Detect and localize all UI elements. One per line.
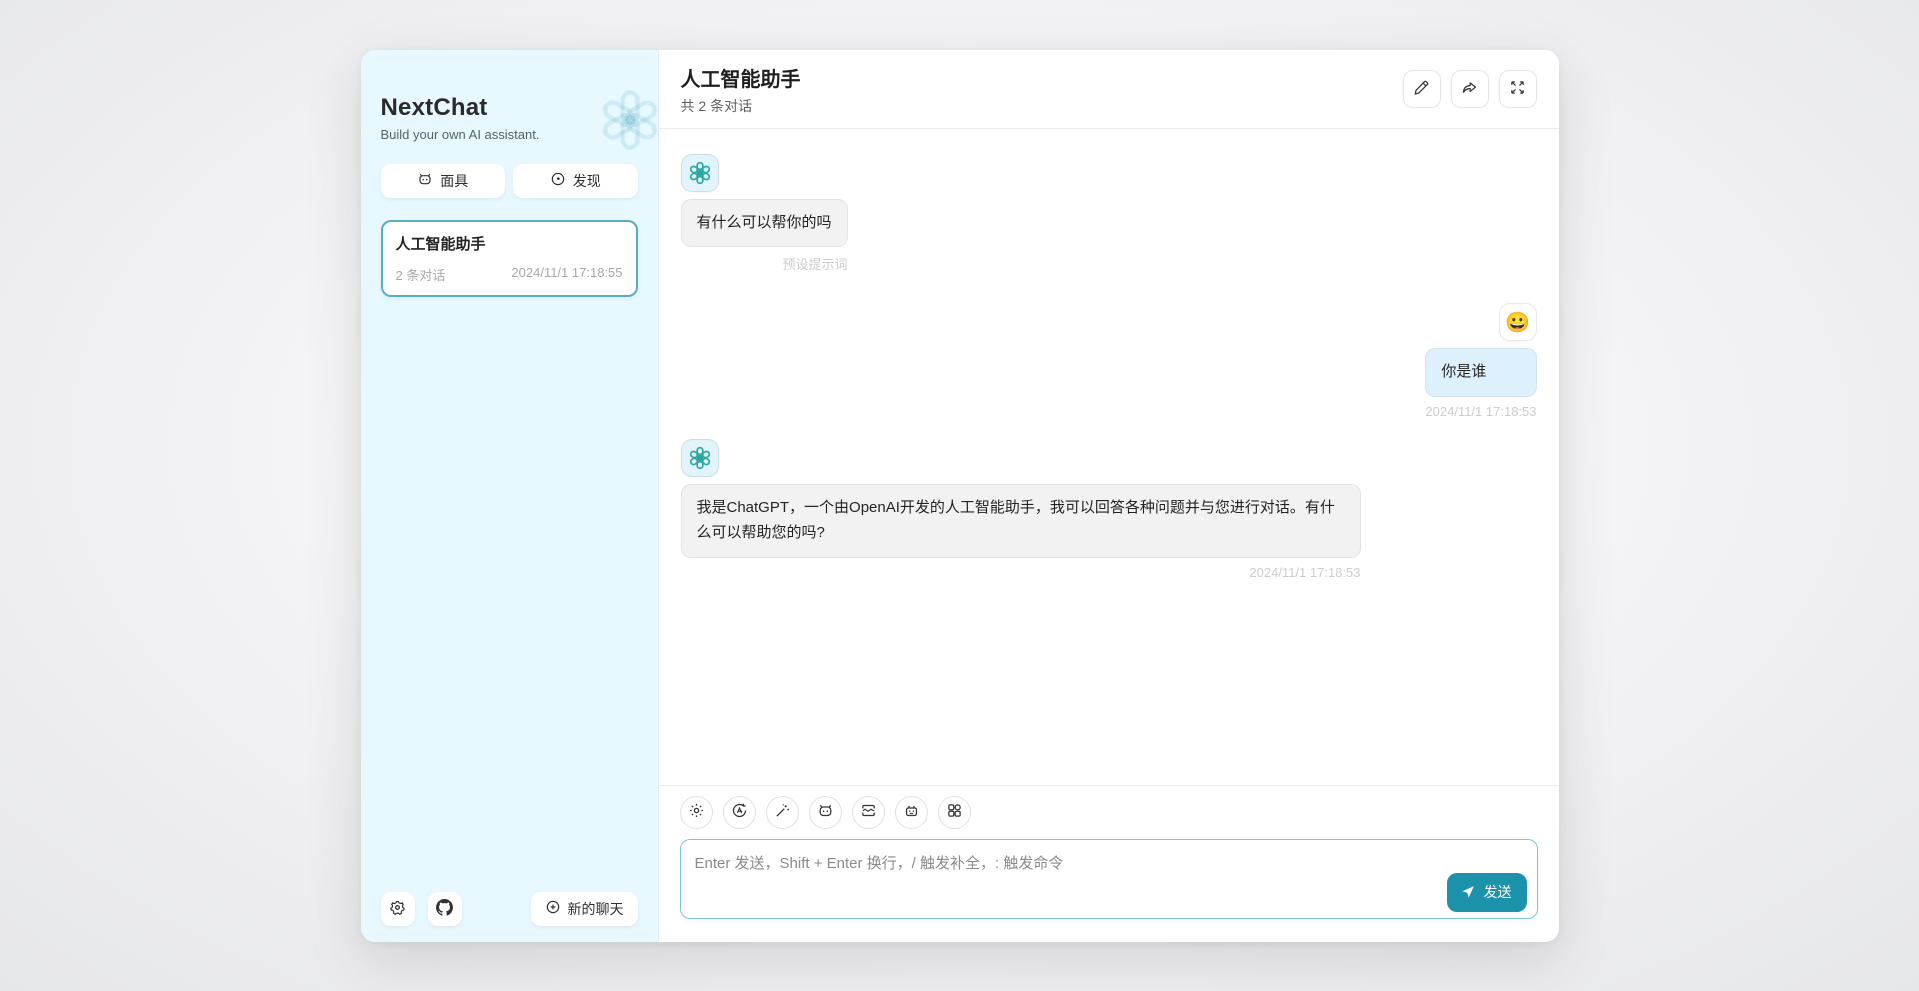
clear-context-button[interactable] [852,796,885,829]
discover-button-label: 发现 [573,171,601,191]
spacer [681,273,1537,303]
spacer [681,419,1537,439]
chat-input-panel: 发送 [659,785,1559,942]
new-chat-label: 新的聊天 [568,899,624,919]
rename-button[interactable] [1403,70,1441,108]
sidebar-footer-icons [381,892,462,926]
message-input[interactable] [680,839,1538,919]
chat-session-count: 2 条对话 [396,265,446,284]
chat-input-toolbar [680,796,1538,829]
send-button-label: 发送 [1484,882,1512,902]
share-button[interactable] [1451,70,1489,108]
mask-button-toolbar[interactable] [809,796,842,829]
auto-theme-icon [731,802,748,822]
settings-button[interactable] [381,892,415,926]
auto-theme-button[interactable] [723,796,756,829]
chat-settings-button[interactable] [680,796,713,829]
user-message: 😀 你是谁 2024/11/1 17:18:53 [681,303,1537,419]
model-robot-icon [903,802,920,822]
fullscreen-button[interactable] [1499,70,1537,108]
paper-plane-icon [1462,883,1477,901]
bot-message: 有什么可以帮你的吗 预设提示词 [681,154,1537,274]
new-chat-button[interactable]: 新的聊天 [531,892,638,926]
chatgpt-avatar-icon [681,154,719,192]
pencil-icon [1413,79,1430,99]
chat-header: 人工智能助手 共 2 条对话 [659,50,1559,129]
github-icon [436,899,453,919]
model-robot-button[interactable] [895,796,928,829]
chat-session-item[interactable]: 人工智能助手 2 条对话 2024/11/1 17:18:55 [381,220,638,297]
compass-icon [550,171,566,190]
sidebar: NextChat Build your own AI assistant. [361,50,659,942]
plugin-grid-icon [946,802,963,822]
share-arrow-icon [1461,79,1478,99]
sidebar-actions: 面具 发现 [381,164,638,198]
bot-message: 我是ChatGPT，一个由OpenAI开发的人工智能助手，我可以回答各种问题并与… [681,439,1537,580]
chat-pane: 人工智能助手 共 2 条对话 [659,50,1559,942]
clear-context-icon [860,802,877,822]
sidebar-footer: 新的聊天 [381,892,638,926]
message-bubble[interactable]: 有什么可以帮你的吗 [681,199,848,248]
message-timestamp: 2024/11/1 17:18:53 [1249,565,1360,580]
message-list[interactable]: 有什么可以帮你的吗 预设提示词 😀 你是谁 2024/11/1 17:18:53 [659,129,1559,785]
prompt-wand-icon [774,802,791,822]
chatgpt-avatar-icon [681,439,719,477]
preset-prompt-label: 预设提示词 [783,254,848,273]
chat-session-info: 2 条对话 2024/11/1 17:18:55 [396,265,623,284]
chat-subtitle: 共 2 条对话 [681,96,801,116]
plugin-grid-button[interactable] [938,796,971,829]
chatgpt-logo-watermark [598,88,662,152]
expand-icon [1509,79,1526,99]
mask-button[interactable]: 面具 [381,164,506,198]
chat-header-titles: 人工智能助手 共 2 条对话 [681,63,801,116]
discover-button[interactable]: 发现 [513,164,638,198]
user-emoji-avatar: 😀 [1499,303,1537,341]
message-bubble[interactable]: 你是谁 [1425,348,1536,397]
settings-gear-icon [688,802,705,822]
mask-icon [417,171,433,190]
chat-session-title: 人工智能助手 [396,233,623,254]
composer: 发送 [680,839,1538,924]
prompt-wand-button[interactable] [766,796,799,829]
mask-bot-face-icon [817,802,834,822]
settings-gear-icon [389,899,406,919]
github-button[interactable] [428,892,462,926]
chat-session-date: 2024/11/1 17:18:55 [511,265,622,284]
send-button[interactable]: 发送 [1447,873,1527,912]
mask-button-label: 面具 [440,171,468,191]
plus-circle-icon [545,899,561,918]
chat-title: 人工智能助手 [681,63,801,92]
message-bubble[interactable]: 我是ChatGPT，一个由OpenAI开发的人工智能助手，我可以回答各种问题并与… [681,484,1361,558]
sidebar-header: NextChat Build your own AI assistant. [381,94,638,142]
message-timestamp: 2024/11/1 17:18:53 [1425,404,1536,419]
nextchat-window: NextChat Build your own AI assistant. [361,50,1559,942]
chat-header-actions [1403,70,1537,108]
chat-session-list: 人工智能助手 2 条对话 2024/11/1 17:18:55 [381,220,638,892]
